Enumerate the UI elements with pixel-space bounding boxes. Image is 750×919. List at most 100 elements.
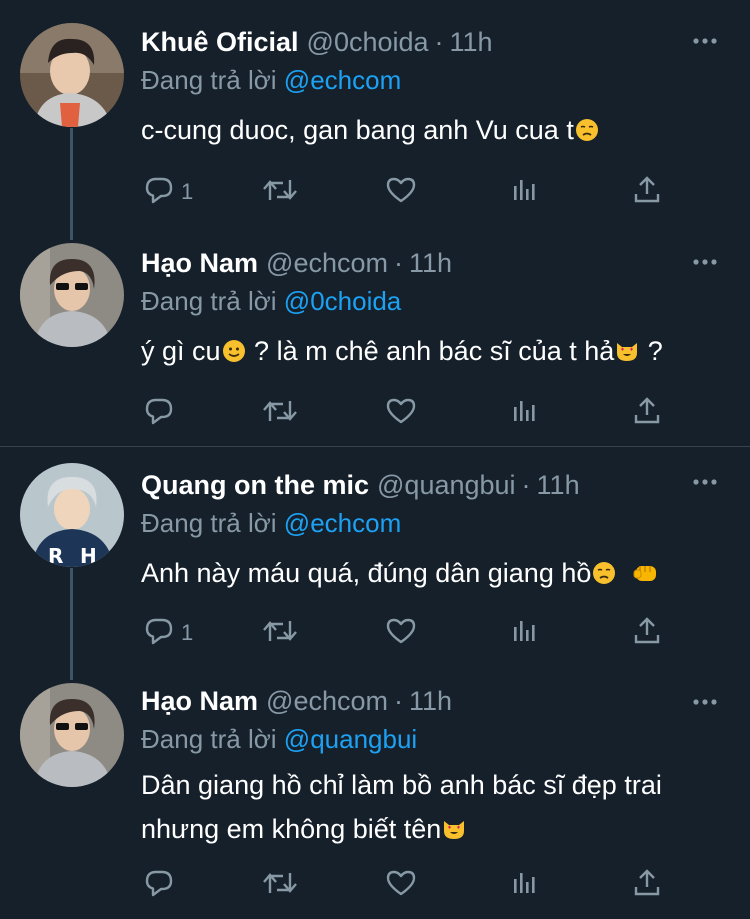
reply-icon xyxy=(143,174,175,211)
avatar[interactable]: R H xyxy=(20,463,124,567)
tweet-actions xyxy=(141,393,681,433)
reply-prefix: Đang trả lời xyxy=(141,65,277,95)
display-name[interactable]: Quang on the mic xyxy=(141,470,369,501)
like-button[interactable] xyxy=(385,865,417,905)
slightly-smiling-face-emoji xyxy=(222,332,246,362)
reply-icon xyxy=(143,395,175,432)
display-name[interactable]: Hạo Nam xyxy=(141,686,258,717)
tweet-actions: 1 xyxy=(141,172,681,212)
svg-text:R: R xyxy=(48,544,63,567)
tweet-text: Anh này máu quá, đúng dân giang hồ xyxy=(141,551,730,595)
heart-eyes-cat-emoji xyxy=(615,332,639,361)
share-button[interactable] xyxy=(631,865,663,905)
tweet-text-part: Anh này máu quá, đúng dân giang hồ xyxy=(141,558,592,588)
tweet-text: c-cung duoc, gan bang anh Vu cua t xyxy=(141,108,730,152)
tweet[interactable]: Hạo Nam @echcom · 11h Đang trả lời @quan… xyxy=(0,667,750,919)
reply-mention[interactable]: @0choida xyxy=(284,286,401,316)
more-icon[interactable] xyxy=(690,247,720,277)
tweet-text-line: nhưng em không biết tên xyxy=(141,807,730,851)
tweet-text-part: ý gì cu xyxy=(141,336,221,366)
separator: · xyxy=(521,469,531,500)
avatar[interactable] xyxy=(20,23,124,127)
retweet-button[interactable] xyxy=(261,613,299,653)
reply-context: Đang trả lời @quangbui xyxy=(141,721,730,757)
user-handle[interactable]: @quangbui xyxy=(377,470,516,501)
oncoming-fist-emoji xyxy=(633,554,657,581)
analytics-button[interactable] xyxy=(509,613,541,653)
more-icon[interactable] xyxy=(690,467,720,497)
tweet[interactable]: Khuê Oficial @0choida · 11h Đang trả lời… xyxy=(0,0,750,225)
disappointed-face-emoji xyxy=(575,111,599,141)
timestamp[interactable]: 11h xyxy=(450,27,493,58)
reply-feed: Khuê Oficial @0choida · 11h Đang trả lời… xyxy=(0,0,750,919)
reply-prefix: Đang trả lời xyxy=(141,724,277,754)
separator: · xyxy=(393,247,403,278)
timestamp[interactable]: 11h xyxy=(537,470,580,501)
retweet-icon xyxy=(261,174,299,211)
more-icon[interactable] xyxy=(690,26,720,56)
tweet-header: Hạo Nam @echcom · 11h xyxy=(141,243,730,283)
more-icon[interactable] xyxy=(690,687,720,717)
svg-text:H: H xyxy=(80,544,97,567)
reply-prefix: Đang trả lời xyxy=(141,508,277,538)
tweet-actions xyxy=(141,865,681,905)
reply-button[interactable] xyxy=(143,865,181,905)
reply-context: Đang trả lời @echcom xyxy=(141,505,730,541)
tweet[interactable]: R H Quang on the mic @quangbui · 11h Đan… xyxy=(0,447,750,667)
analytics-button[interactable] xyxy=(509,172,541,212)
reply-prefix: Đang trả lời xyxy=(141,286,277,316)
display-name[interactable]: Hạo Nam xyxy=(141,248,258,279)
analytics-button[interactable] xyxy=(509,865,541,905)
separator: · xyxy=(434,26,444,57)
share-icon xyxy=(631,174,663,211)
reply-button[interactable]: 1 xyxy=(143,172,193,212)
separator: · xyxy=(393,685,403,716)
share-icon xyxy=(631,615,663,652)
reply-mention[interactable]: @echcom xyxy=(284,508,401,538)
reply-context: Đang trả lời @echcom xyxy=(141,62,730,98)
share-button[interactable] xyxy=(631,393,663,433)
analytics-button[interactable] xyxy=(509,393,541,433)
tweet-text-part: ? là m chê anh bác sĩ của t hả xyxy=(246,336,615,366)
user-handle[interactable]: @echcom xyxy=(266,248,388,279)
like-button[interactable] xyxy=(385,613,417,653)
avatar[interactable] xyxy=(20,683,124,787)
user-handle[interactable]: @0choida xyxy=(307,27,429,58)
user-handle[interactable]: @echcom xyxy=(266,686,388,717)
disappointed-face-emoji xyxy=(592,554,616,584)
like-button[interactable] xyxy=(385,172,417,212)
retweet-icon xyxy=(261,867,299,904)
analytics-icon xyxy=(509,395,541,432)
retweet-icon xyxy=(261,615,299,652)
share-button[interactable] xyxy=(631,613,663,653)
tweet-text: ý gì cu ? là m chê anh bác sĩ của t hả ? xyxy=(141,329,730,373)
share-button[interactable] xyxy=(631,172,663,212)
like-icon xyxy=(385,867,417,904)
tweet-text-line: Dân giang hồ chỉ làm bồ anh bác sĩ đẹp t… xyxy=(141,770,662,800)
reply-mention[interactable]: @echcom xyxy=(284,65,401,95)
timestamp[interactable]: 11h xyxy=(409,248,452,279)
tweet-header: Hạo Nam @echcom · 11h xyxy=(141,681,730,721)
reply-button[interactable]: 1 xyxy=(143,613,193,653)
like-button[interactable] xyxy=(385,393,417,433)
tweet-text: Dân giang hồ chỉ làm bồ anh bác sĩ đẹp t… xyxy=(141,763,730,851)
reply-button[interactable] xyxy=(143,393,181,433)
reply-icon xyxy=(143,867,175,904)
display-name[interactable]: Khuê Oficial xyxy=(141,27,299,58)
heart-eyes-cat-emoji xyxy=(442,810,466,839)
reply-mention[interactable]: @quangbui xyxy=(284,724,417,754)
tweet[interactable]: Hạo Nam @echcom · 11h Đang trả lời @0cho… xyxy=(0,225,750,445)
retweet-icon xyxy=(261,395,299,432)
reply-context: Đang trả lời @0choida xyxy=(141,283,730,319)
tweet-text-part: c-cung duoc, gan bang anh Vu cua t xyxy=(141,115,574,145)
avatar[interactable] xyxy=(20,243,124,347)
retweet-button[interactable] xyxy=(261,865,299,905)
analytics-icon xyxy=(509,615,541,652)
timestamp[interactable]: 11h xyxy=(409,686,452,717)
reply-count: 1 xyxy=(181,179,194,204)
tweet-text-part: ? xyxy=(640,336,663,366)
tweet-text-part: nhưng em không biết tên xyxy=(141,814,442,844)
retweet-button[interactable] xyxy=(261,172,299,212)
retweet-button[interactable] xyxy=(261,393,299,433)
share-icon xyxy=(631,395,663,432)
